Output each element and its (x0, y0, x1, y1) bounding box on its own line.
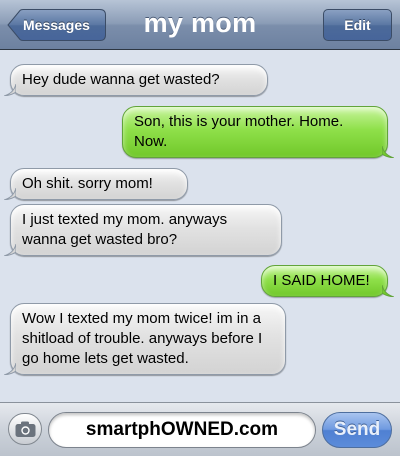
message-text: Wow I texted my mom twice! im in a shitl… (22, 310, 263, 367)
message-text: Oh shit. sorry mom! (22, 175, 153, 192)
bubble-tail (4, 244, 16, 256)
message-bubble-outgoing: Son, this is your mother. Home. Now. (122, 106, 394, 158)
send-button[interactable]: Send (322, 412, 392, 448)
message-bubble-outgoing: I SAID HOME! (261, 265, 394, 297)
camera-button[interactable] (8, 413, 42, 445)
bubble-tail (382, 285, 394, 297)
message-text: Hey dude wanna get wasted? (22, 71, 220, 88)
nav-bar: Messages my mom Edit (0, 0, 400, 50)
message-text: I SAID HOME! (273, 272, 370, 289)
bubble-tail (4, 363, 16, 375)
message-bubble-incoming: Hey dude wanna get wasted? (4, 64, 268, 96)
bubble-tail (4, 188, 16, 200)
message-bubble-incoming: Oh shit. sorry mom! (4, 168, 188, 200)
message-text: I just texted my mom. anyways wanna get … (22, 211, 228, 248)
bubble-tail (4, 84, 16, 96)
message-text: Son, this is your mother. Home. Now. (134, 113, 344, 150)
edit-button[interactable]: Edit (323, 9, 392, 41)
bubble-tail (382, 146, 394, 158)
message-input-bar: smartphOWNED.com Send (0, 402, 400, 456)
message-thread: Hey dude wanna get wasted? Son, this is … (0, 50, 400, 402)
message-bubble-incoming: Wow I texted my mom twice! im in a shitl… (4, 303, 286, 375)
camera-icon (15, 421, 36, 437)
message-bubble-incoming: I just texted my mom. anyways wanna get … (4, 204, 282, 256)
message-text-field[interactable]: smartphOWNED.com (48, 412, 316, 448)
